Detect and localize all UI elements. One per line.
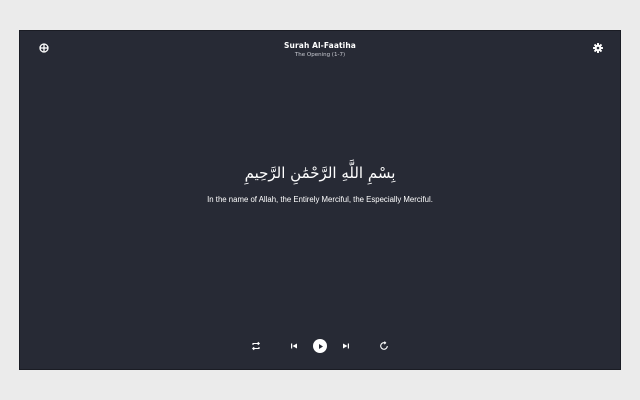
skip-next-icon[interactable] — [339, 339, 353, 353]
surah-title: Surah Al-Faatiha — [284, 41, 356, 50]
play-icon — [318, 343, 323, 349]
verse-translation: In the name of Allah, the Entirely Merci… — [207, 195, 433, 204]
replay-icon[interactable] — [377, 339, 391, 353]
playback-controls — [20, 337, 620, 355]
verse-arabic: بِسْمِ اللَّهِ الرَّحْمَٰنِ الرَّحِيمِ — [244, 164, 396, 182]
surah-header: Surah Al-Faatiha The Opening (1-7) — [20, 41, 620, 60]
surah-subtitle: The Opening (1-7) — [294, 52, 346, 58]
play-button[interactable] — [313, 339, 327, 353]
gear-icon[interactable] — [591, 41, 605, 55]
skip-previous-icon[interactable] — [287, 339, 301, 353]
repeat-icon[interactable] — [249, 339, 263, 353]
player-window: Surah Al-Faatiha The Opening (1-7) بِسْم… — [20, 31, 620, 369]
verse-display: بِسْمِ اللَّهِ الرَّحْمَٰنِ الرَّحِيمِ I… — [20, 161, 620, 205]
